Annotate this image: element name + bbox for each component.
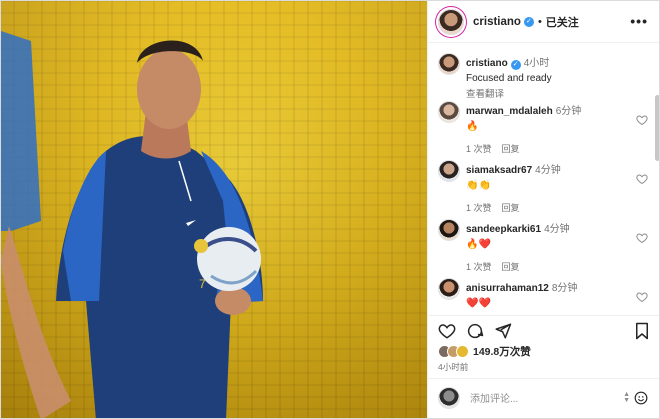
comment-like-heart-icon[interactable] (636, 173, 648, 185)
caption-text: Focused and ready (466, 73, 552, 84)
comment-like-heart-icon[interactable] (636, 232, 648, 244)
svg-text:7: 7 (199, 277, 206, 291)
liker-avatar (456, 345, 469, 358)
reply-button[interactable]: 回复 (502, 262, 520, 272)
comment-likes[interactable]: 1 次赞 (466, 262, 492, 272)
comment-like-heart-icon[interactable] (636, 114, 648, 126)
instagram-post-window: 7 cristiano ✓ • 已关注 ••• cristiano ✓ 4小时 Fo… (0, 0, 660, 419)
comment-likes[interactable]: 1 次赞 (466, 203, 492, 213)
caption-time: 4小时 (523, 58, 550, 69)
heart-icon[interactable] (438, 322, 456, 340)
more-icon[interactable]: ••• (630, 13, 648, 29)
current-user-avatar (438, 386, 460, 409)
comment-time: 4分钟 (535, 165, 561, 176)
comment-username[interactable]: marwan_mdalaleh (466, 106, 553, 117)
caption-username[interactable]: cristiano (466, 58, 508, 69)
comment-text: 🔥❤️ (466, 239, 491, 250)
bookmark-icon[interactable] (634, 322, 650, 340)
comment-text: ❤️❤️ (466, 298, 491, 309)
post-side-panel: cristiano ✓ • 已关注 ••• cristiano ✓ 4小时 Focu… (427, 1, 659, 418)
following-button[interactable]: 已关注 (546, 14, 579, 30)
comment-time: 4分钟 (544, 224, 570, 235)
post-header: cristiano ✓ • 已关注 ••• (428, 1, 659, 43)
commenter-avatar[interactable] (438, 278, 460, 300)
post-actions-area: 149.8万次赞 4小时前 添加评论... ▲ ▼ (428, 315, 659, 416)
send-icon[interactable] (494, 322, 512, 340)
action-icons-row (438, 322, 652, 342)
caption-author-avatar[interactable] (438, 53, 460, 75)
reply-button[interactable]: 回复 (502, 144, 520, 154)
comment-like-heart-icon[interactable] (636, 291, 648, 303)
sort-arrows-icon[interactable]: ▲ ▼ (623, 391, 630, 404)
comment-username[interactable]: siamaksadr67 (466, 165, 532, 176)
commenter-avatar[interactable] (438, 101, 460, 123)
author-avatar[interactable] (438, 8, 464, 35)
commenter-avatar[interactable] (438, 219, 460, 241)
add-comment-row: 添加评论... ▲ ▼ (428, 378, 659, 416)
likes-summary[interactable]: 149.8万次赞 (438, 344, 531, 359)
see-translation-link[interactable]: 查看翻译 (466, 86, 640, 100)
separator-dot: • (537, 15, 542, 28)
post-photo: 7 (1, 1, 427, 418)
author-username[interactable]: cristiano (473, 16, 521, 28)
comment-icon[interactable] (466, 322, 484, 340)
comments-list[interactable]: cristiano ✓ 4小时 Focused and ready 查看翻译 mar… (428, 43, 659, 315)
comment-username[interactable]: anisurrahaman12 (466, 283, 549, 294)
reply-button[interactable]: 回复 (502, 203, 520, 213)
emoji-icon[interactable] (634, 391, 648, 405)
comment-time: 6分钟 (555, 106, 582, 117)
comment-text: 🔥 (466, 121, 479, 132)
verified-icon: ✓ (523, 16, 534, 27)
verified-icon: ✓ (510, 60, 521, 70)
comment-text: 👏👏 (466, 180, 491, 191)
commenter-avatar[interactable] (438, 160, 460, 182)
comments-scrollbar[interactable] (655, 95, 659, 161)
player-illustration: 7 (1, 31, 263, 418)
comment-time: 8分钟 (551, 283, 578, 294)
add-comment-input[interactable]: 添加评论... (470, 390, 623, 405)
likes-count[interactable]: 149.8万次赞 (473, 344, 531, 359)
comment-likes[interactable]: 1 次赞 (466, 144, 492, 154)
comment-username[interactable]: sandeepkarki61 (466, 224, 541, 235)
post-time: 4小时前 (438, 362, 469, 372)
